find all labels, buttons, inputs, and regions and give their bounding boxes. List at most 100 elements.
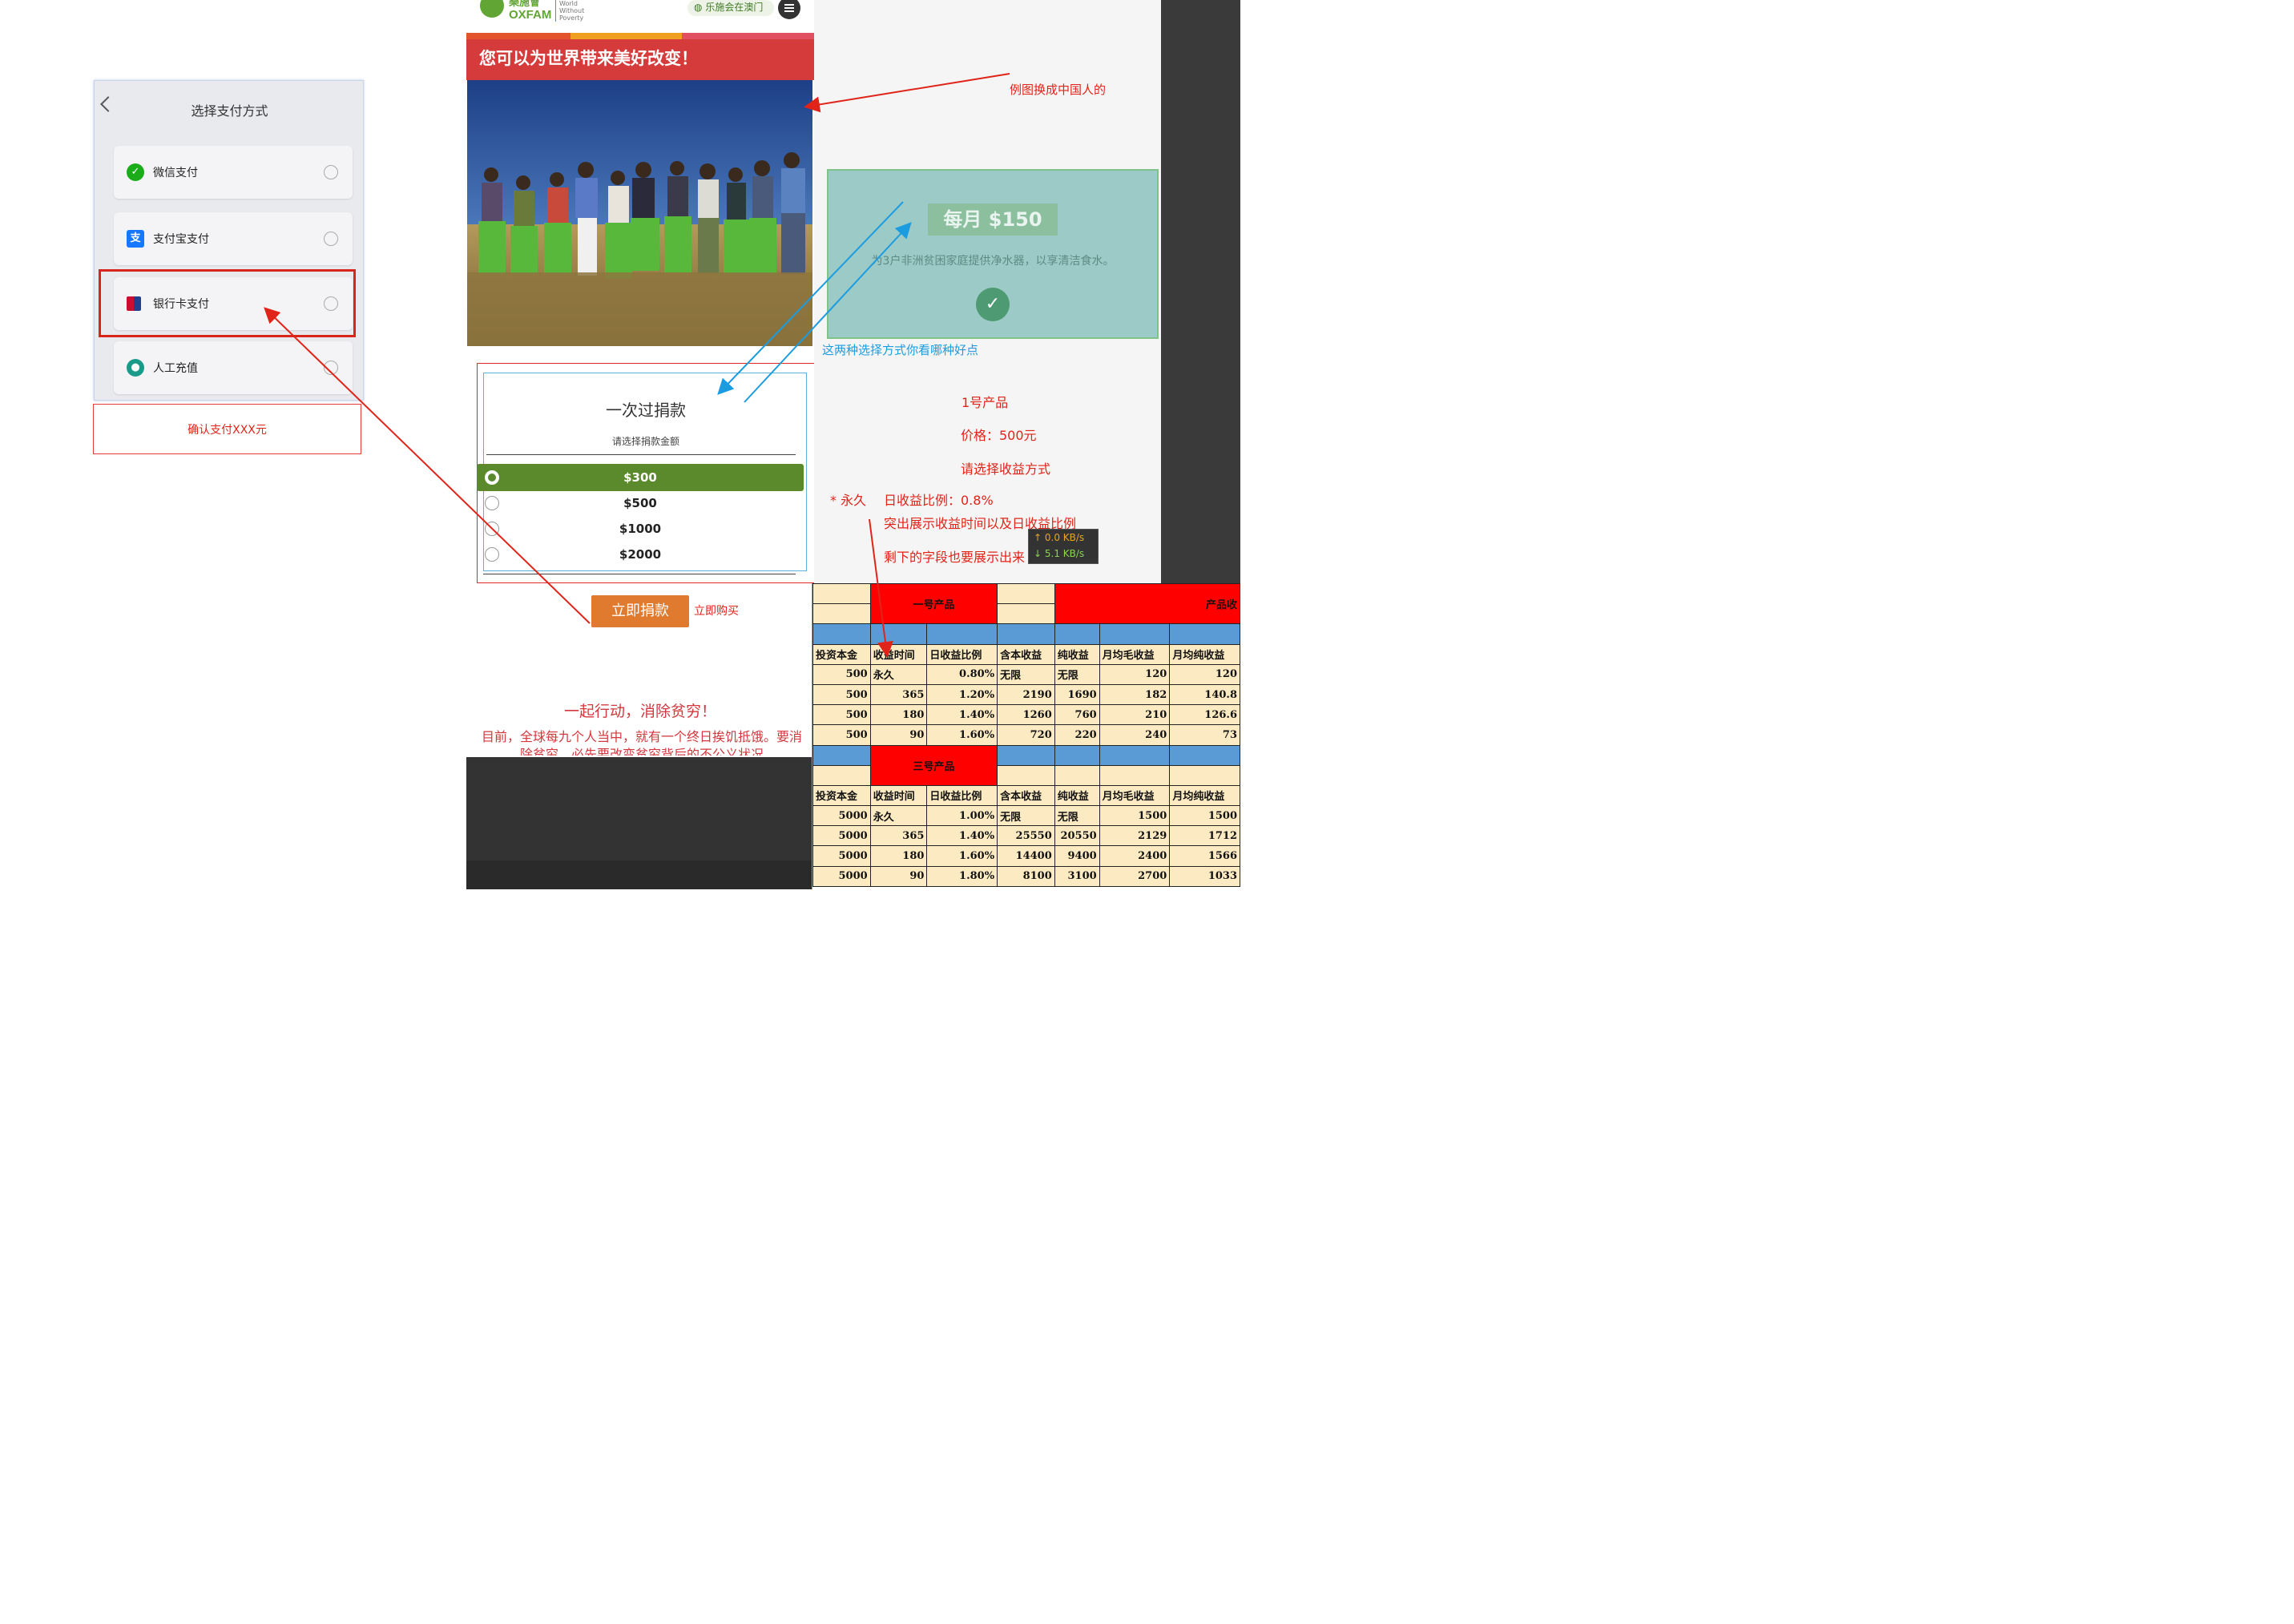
product3-title: 三号产品	[869, 744, 998, 786]
table-cell: 140.8	[1169, 683, 1240, 706]
logo-en-text: OXFAM	[509, 8, 552, 22]
table-cell: 0.80%	[926, 663, 998, 685]
table-cell: 500	[812, 724, 871, 746]
product-right-title: 产品收	[1054, 583, 1240, 625]
annotation-product: 1号产品	[962, 395, 1009, 410]
table-cell: 1.60%	[926, 845, 998, 867]
annotation-which-style: 这两种选择方式你看哪种好点	[822, 343, 979, 357]
table-cell: 1712	[1169, 825, 1240, 847]
product-spreadsheet: 一号产品 产品收 投资本金 收益时间 日收益比例 含本收益 纯收益 月均毛收益 月均纯收益 5…	[812, 583, 1240, 889]
table-cell: 5000	[812, 825, 871, 847]
oxfam-logo[interactable]: 樂施會 OXFAM	[480, 0, 552, 24]
annotation-forever: * 永久	[830, 493, 867, 508]
poverty-body-text: 目前，全球每九个人当中，就有一个终日挨饥抵饿。要消除贫穷，必先要改变贫穷背后的不…	[481, 729, 802, 756]
table-cell: 5000	[812, 805, 871, 827]
color-stripe	[466, 33, 814, 39]
table-row: 5000 180 1.60% 14400 9400 2400 1566	[812, 845, 1240, 867]
upload-speed: ↑ 0.0 KB/s	[1034, 532, 1085, 543]
table-cell: 500	[812, 663, 871, 685]
table-row: 500 90 1.60% 720 220 240 73	[812, 724, 1240, 746]
table-cell: 2400	[1099, 845, 1171, 867]
table-cell: 240	[1099, 724, 1171, 746]
payment-option-label: 微信支付	[153, 167, 198, 179]
radio-button[interactable]	[324, 361, 338, 375]
tagline-line: Poverty	[559, 14, 584, 22]
table-cell: 无限	[1054, 663, 1100, 685]
table-row: 5000 永久 1.00% 无限 无限 1500 1500	[812, 805, 1240, 827]
table-cell: 永久	[869, 663, 928, 685]
taskbar	[466, 860, 814, 889]
donate-now-button[interactable]: 立即捐款	[591, 595, 689, 627]
payment-option-alipay[interactable]: 支 支付宝支付	[114, 212, 353, 265]
table-cell: 无限	[1054, 805, 1100, 827]
amount-option-300[interactable]: $300	[477, 464, 804, 491]
annotation-rest-fields: 剩下的字段也要展示出来	[884, 550, 1026, 565]
annotation-price: 价格：500元	[961, 428, 1037, 443]
logo-tagline: World Without Poverty	[555, 0, 585, 22]
amount-label: $500	[623, 496, 657, 510]
table-cell: 1566	[1169, 845, 1240, 867]
table-row: 500 365 1.20% 2190 1690 182 140.8	[812, 683, 1240, 706]
radio-button[interactable]	[485, 522, 499, 536]
payment-option-wechat[interactable]: ✓ 微信支付	[114, 146, 353, 199]
tagline-line: World	[559, 0, 578, 7]
table-cell: 1.00%	[926, 805, 998, 827]
table-cell: 1.60%	[926, 724, 998, 746]
table-cell: 1690	[1054, 683, 1100, 706]
table-cell: 365	[869, 825, 928, 847]
payment-option-label: 人工充值	[153, 362, 198, 375]
table-cell: 20550	[1054, 825, 1100, 847]
radio-button[interactable]	[485, 547, 499, 562]
table-cell: 1500	[1099, 805, 1171, 827]
monthly-donation-card[interactable]: 每月 $150 为3户非洲贫困家庭提供净水器，以享清洁食水。 ✓	[827, 169, 1159, 339]
amount-option-1000[interactable]: $1000	[477, 515, 804, 542]
amount-option-500[interactable]: $500	[477, 490, 804, 517]
table-cell: 220	[1054, 724, 1100, 746]
table-cell: 120	[1099, 663, 1171, 685]
table-cell: 2129	[1099, 825, 1171, 847]
payment-option-label: 支付宝支付	[153, 233, 209, 246]
hero-banner-title: 您可以为世界带来美好改变！	[466, 39, 814, 80]
payment-method-screen: 选择支付方式 ✓ 微信支付 支 支付宝支付 银行卡支付 ● 人工充值	[94, 80, 364, 401]
annotation-daily-ratio: 日收益比例：0.8%	[884, 493, 994, 508]
table-cell: 无限	[997, 805, 1055, 827]
table-cell: 180	[869, 704, 928, 726]
donation-heading: 一次过捐款	[606, 401, 686, 420]
table-cell: 1.20%	[926, 683, 998, 706]
radio-selected[interactable]	[485, 470, 499, 485]
table-cell: 8100	[997, 865, 1055, 887]
bank-card-highlight-box	[99, 269, 356, 337]
table-cell: 2190	[997, 683, 1055, 706]
alipay-icon: 支	[127, 230, 144, 248]
table-row: 500 永久 0.80% 无限 无限 120 120	[812, 663, 1240, 685]
language-region-button[interactable]: ◍ 乐施会在澳门	[687, 0, 774, 16]
table-cell: 5000	[812, 865, 871, 887]
table-cell: 1500	[1169, 805, 1240, 827]
table-cell: 25550	[997, 825, 1055, 847]
amount-label: $1000	[619, 522, 662, 536]
oxfam-logo-icon	[480, 0, 504, 18]
table-cell: 73	[1169, 724, 1240, 746]
table-cell: 2700	[1099, 865, 1171, 887]
radio-button[interactable]	[324, 232, 338, 246]
table-header-row: 投资本金 收益时间 日收益比例 含本收益 纯收益 月均毛收益 月均纯收益	[812, 784, 1240, 807]
table-cell: 14400	[997, 845, 1055, 867]
radio-button[interactable]	[485, 496, 499, 510]
product1-title: 一号产品	[869, 583, 998, 625]
divider	[486, 454, 796, 455]
tagline-line: Without	[559, 7, 585, 14]
network-speed-widget: ↑ 0.0 KB/s ↓ 5.1 KB/s	[1028, 529, 1099, 564]
payment-title: 选择支付方式	[191, 103, 268, 119]
table-cell: 720	[997, 724, 1055, 746]
payment-option-manual[interactable]: ● 人工充值	[114, 341, 353, 394]
amount-option-2000[interactable]: $2000	[477, 541, 804, 568]
radio-button[interactable]	[324, 165, 338, 179]
download-speed: ↓ 5.1 KB/s	[1034, 548, 1085, 559]
manual-topup-icon: ●	[127, 359, 144, 377]
check-icon[interactable]: ✓	[976, 288, 1010, 321]
table-cell: 5000	[812, 845, 871, 867]
table-cell: 126.6	[1169, 704, 1240, 726]
table-cell: 1.40%	[926, 825, 998, 847]
annotation-replace-photo: 例图换成中国人的	[1010, 83, 1107, 97]
table-cell: 1260	[997, 704, 1055, 726]
